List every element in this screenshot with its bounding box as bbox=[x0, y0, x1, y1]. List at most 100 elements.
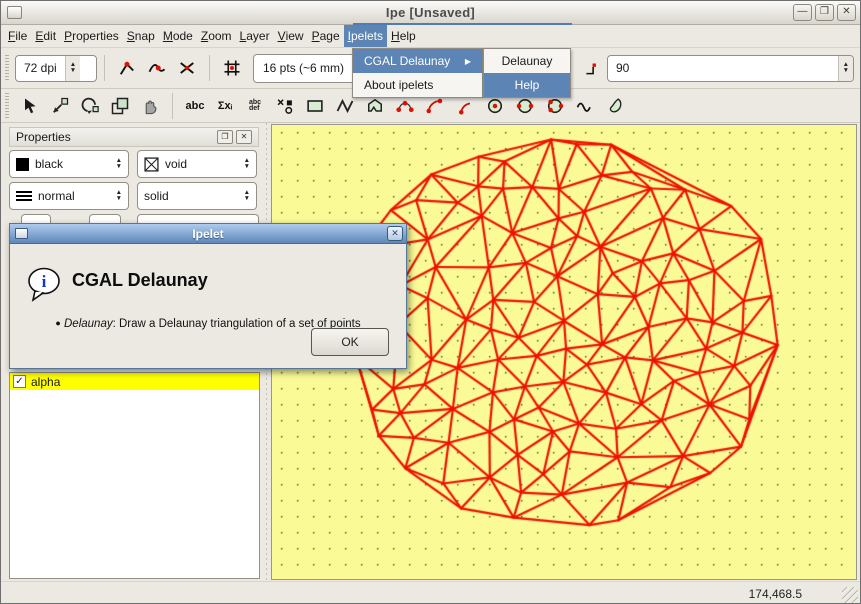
menu-snap[interactable]: Snap bbox=[123, 25, 159, 47]
dialog-titlebar[interactable]: Ipelet ✕ bbox=[10, 224, 406, 244]
pen-width-combo[interactable]: normal ▲▼ bbox=[9, 182, 129, 210]
ink-tool-icon bbox=[605, 96, 625, 116]
tool-stretch-button[interactable] bbox=[105, 93, 135, 119]
menu-edit[interactable]: Edit bbox=[31, 25, 60, 47]
tool-select-button[interactable] bbox=[15, 93, 45, 119]
circle-2pt-tool-icon bbox=[515, 96, 535, 116]
spin-arrows-icon[interactable]: ▲▼ bbox=[838, 56, 853, 81]
dash-style-combo[interactable]: solid ▲▼ bbox=[137, 182, 257, 210]
translate-icon bbox=[50, 96, 70, 116]
menu-item-cgal-delaunay[interactable]: CGAL Delaunay ▶ bbox=[353, 49, 482, 73]
toolbar-separator bbox=[104, 55, 105, 81]
menu-help[interactable]: Help bbox=[387, 25, 420, 47]
minimize-button[interactable]: — bbox=[793, 4, 812, 21]
panel-close-button[interactable]: ✕ bbox=[236, 130, 252, 144]
resolution-value: 72 dpi bbox=[16, 56, 65, 81]
snap-vertex-icon bbox=[117, 58, 137, 78]
menu-page[interactable]: Page bbox=[308, 25, 344, 47]
menu-view[interactable]: View bbox=[274, 25, 308, 47]
stroke-fill-row: black ▲▼ void ▲▼ bbox=[9, 150, 257, 178]
pen-width-value: normal bbox=[38, 189, 75, 203]
snap-vertex-button[interactable] bbox=[112, 55, 142, 81]
snap-boundary-button[interactable] bbox=[142, 55, 172, 81]
tool-marks-button[interactable] bbox=[270, 93, 300, 119]
snap-grid-button[interactable] bbox=[217, 55, 247, 81]
tool-text-button[interactable]: abc bbox=[180, 93, 210, 119]
menu-file[interactable]: File bbox=[4, 25, 31, 47]
window-title: Ipe [Unsaved] bbox=[1, 5, 860, 20]
bullet-icon: ● bbox=[55, 318, 60, 328]
layer-visibility-checkbox[interactable]: ✓ bbox=[13, 375, 26, 388]
menu-layer[interactable]: Layer bbox=[236, 25, 274, 47]
resize-grip[interactable] bbox=[842, 587, 858, 603]
spin-arrows-icon[interactable]: ▲▼ bbox=[65, 56, 80, 81]
tool-pan-button[interactable] bbox=[135, 93, 165, 119]
toolbar-grip[interactable] bbox=[5, 93, 9, 119]
spin-arrows-icon[interactable]: ▲▼ bbox=[244, 158, 250, 170]
submenu-item-delaunay[interactable]: Delaunay bbox=[484, 49, 570, 73]
circle-center-tool-icon bbox=[485, 96, 505, 116]
properties-panel-header: Properties ❐ ✕ bbox=[9, 127, 259, 147]
menu-item-about-ipelets[interactable]: About ipelets bbox=[353, 73, 482, 97]
window-menu-icon[interactable] bbox=[7, 6, 22, 19]
toolbar-separator bbox=[209, 55, 210, 81]
resolution-spinbox[interactable]: 72 dpi ▲▼ bbox=[15, 55, 97, 82]
toolbar-grip[interactable] bbox=[5, 55, 9, 81]
ipelets-menu-popup: CGAL Delaunay ▶ About ipelets bbox=[352, 48, 483, 98]
pen-dash-row: normal ▲▼ solid ▲▼ bbox=[9, 182, 257, 210]
snap-boundary-icon bbox=[147, 58, 167, 78]
fill-color-combo[interactable]: void ▲▼ bbox=[137, 150, 257, 178]
titlebar: Ipe [Unsaved] — ❐ ✕ bbox=[1, 1, 860, 25]
dialog-close-button[interactable]: ✕ bbox=[387, 226, 403, 241]
circle-3pt-tool-icon bbox=[545, 96, 565, 116]
grid-size-combo[interactable]: 16 pts (~6 mm) bbox=[253, 54, 361, 83]
select-arrow-icon bbox=[20, 96, 40, 116]
submenu-item-help[interactable]: Help bbox=[484, 73, 570, 97]
panel-float-button[interactable]: ❐ bbox=[217, 130, 233, 144]
tool-math-button[interactable]: Σxᵢ bbox=[210, 93, 240, 119]
tool-squiggle-button[interactable] bbox=[570, 93, 600, 119]
menubar: File Edit Properties Snap Mode Zoom Laye… bbox=[1, 25, 860, 48]
stroke-color-combo[interactable]: black ▲▼ bbox=[9, 150, 129, 178]
rotate-icon bbox=[80, 96, 100, 116]
arc-3pt-tool-icon bbox=[425, 96, 445, 116]
tool-rotate-button[interactable] bbox=[75, 93, 105, 119]
menu-mode[interactable]: Mode bbox=[159, 25, 197, 47]
pen-width-icon bbox=[16, 191, 32, 201]
spin-arrows-icon[interactable]: ▲▼ bbox=[116, 190, 122, 202]
ipelet-dialog: Ipelet ✕ i CGAL Delaunay ● Delaunay: Dra… bbox=[9, 223, 407, 369]
ok-button[interactable]: OK bbox=[311, 328, 389, 356]
spin-arrows-icon[interactable]: ▲▼ bbox=[244, 190, 250, 202]
stroke-color-swatch-icon bbox=[16, 158, 29, 171]
tool-rectangle-button[interactable] bbox=[300, 93, 330, 119]
tool-translate-button[interactable] bbox=[45, 93, 75, 119]
tool-ink-button[interactable] bbox=[600, 93, 630, 119]
spin-arrows-icon[interactable]: ▲▼ bbox=[116, 158, 122, 170]
layers-list: ✓ alpha bbox=[9, 372, 260, 579]
polyline-tool-icon bbox=[335, 96, 355, 116]
stroke-color-value: black bbox=[35, 157, 63, 171]
dialog-title: Ipelet bbox=[10, 227, 406, 241]
snap-intersection-icon bbox=[177, 58, 197, 78]
layer-row-alpha[interactable]: ✓ alpha bbox=[10, 373, 259, 390]
toolbar-separator bbox=[172, 93, 173, 119]
menu-properties[interactable]: Properties bbox=[60, 25, 123, 47]
angle-value: 90 bbox=[608, 56, 637, 81]
menu-zoom[interactable]: Zoom bbox=[197, 25, 236, 47]
close-button[interactable]: ✕ bbox=[837, 4, 856, 21]
marks-icon bbox=[275, 96, 295, 116]
window-controls: — ❐ ✕ bbox=[793, 4, 856, 21]
dialog-body: i CGAL Delaunay ● Delaunay: Draw a Delau… bbox=[10, 244, 406, 369]
tool-paragraph-button[interactable]: abcdef bbox=[240, 93, 270, 119]
snap-intersection-button[interactable] bbox=[172, 55, 202, 81]
stretch-icon bbox=[110, 96, 130, 116]
fill-color-value: void bbox=[165, 157, 187, 171]
dialog-heading: CGAL Delaunay bbox=[72, 270, 208, 291]
submenu-arrow-icon: ▶ bbox=[465, 57, 471, 66]
arc-center-tool-icon bbox=[455, 96, 475, 116]
menu-ipelets[interactable]: Ipelets bbox=[344, 25, 387, 47]
maximize-button[interactable]: ❐ bbox=[815, 4, 834, 21]
text-tool-icon: abc bbox=[186, 100, 205, 112]
cgal-delaunay-submenu: Delaunay Help bbox=[483, 48, 571, 98]
angle-spinbox[interactable]: 90 ▲▼ bbox=[607, 55, 854, 82]
